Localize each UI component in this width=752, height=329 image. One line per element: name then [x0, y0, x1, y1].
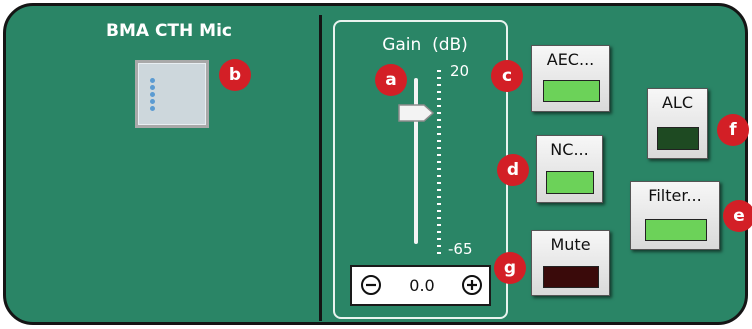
alc-button-label: ALC	[661, 93, 694, 112]
gain-label: Gain (dB)	[382, 35, 468, 55]
gain-scale-tick	[437, 84, 441, 86]
gain-scale-tick	[437, 189, 441, 191]
gain-scale-tick	[437, 238, 441, 240]
gain-scale-tick	[437, 196, 441, 198]
gain-scale-tick	[437, 133, 441, 135]
gain-scale-tick	[437, 77, 441, 79]
gain-scale-tick	[437, 224, 441, 226]
alc-indicator	[657, 127, 699, 150]
nc-button[interactable]: NC...	[536, 135, 603, 203]
mute-indicator	[543, 266, 599, 288]
plus-circle-icon[interactable]	[461, 274, 483, 296]
callout-badge-f: f	[717, 114, 749, 146]
callout-badge-b: b	[219, 59, 251, 91]
gain-scale-tick	[437, 91, 441, 93]
gain-scale-tick	[437, 203, 441, 205]
aec-button-label: AEC...	[546, 50, 595, 69]
microphone-device-icon[interactable]	[135, 60, 209, 128]
gain-slider-ticks	[437, 70, 443, 254]
device-name: BMA CTH Mic	[106, 21, 232, 41]
gain-scale-tick	[437, 175, 441, 177]
alc-button[interactable]: ALC	[647, 88, 708, 159]
callout-badge-e: e	[723, 200, 752, 232]
mute-button[interactable]: Mute	[531, 230, 610, 296]
filter-indicator	[645, 219, 707, 241]
gain-slider-thumb[interactable]	[398, 104, 434, 122]
gain-scale-tick	[437, 182, 441, 184]
gain-scale-tick	[437, 252, 441, 254]
gain-slider-track[interactable]	[414, 78, 418, 244]
gain-scale-tick	[437, 140, 441, 142]
callout-badge-a: a	[375, 64, 407, 96]
nc-button-label: NC...	[550, 140, 589, 159]
aec-button[interactable]: AEC...	[531, 45, 610, 112]
gain-scale-tick	[437, 70, 441, 72]
gain-scale-tick	[437, 168, 441, 170]
filter-button-label: Filter...	[648, 186, 702, 205]
callout-badge-d: d	[497, 154, 529, 186]
gain-scale-tick	[437, 245, 441, 247]
gain-scale-tick	[437, 126, 441, 128]
callout-badge-c: c	[491, 60, 523, 92]
mute-button-label: Mute	[550, 235, 591, 254]
callout-badge-g: g	[494, 252, 526, 284]
nc-indicator	[546, 171, 594, 194]
gain-scale-tick	[437, 154, 441, 156]
gain-max-label: 20	[450, 62, 470, 80]
panel-divider	[319, 15, 322, 321]
gain-scale-tick	[437, 119, 441, 121]
gain-scale-tick	[437, 231, 441, 233]
gain-scale-tick	[437, 112, 441, 114]
gain-value[interactable]: 0.0	[387, 276, 457, 295]
gain-scale-tick	[437, 98, 441, 100]
gain-stepper: 0.0	[350, 265, 491, 306]
gain-scale-tick	[437, 105, 441, 107]
gain-scale-tick	[437, 147, 441, 149]
minus-circle-icon[interactable]	[360, 274, 382, 296]
gain-scale-tick	[437, 210, 441, 212]
aec-indicator	[543, 80, 600, 102]
filter-button[interactable]: Filter...	[630, 181, 720, 250]
gain-min-label: -65	[448, 240, 473, 258]
gain-scale-tick	[437, 217, 441, 219]
gain-scale-tick	[437, 161, 441, 163]
